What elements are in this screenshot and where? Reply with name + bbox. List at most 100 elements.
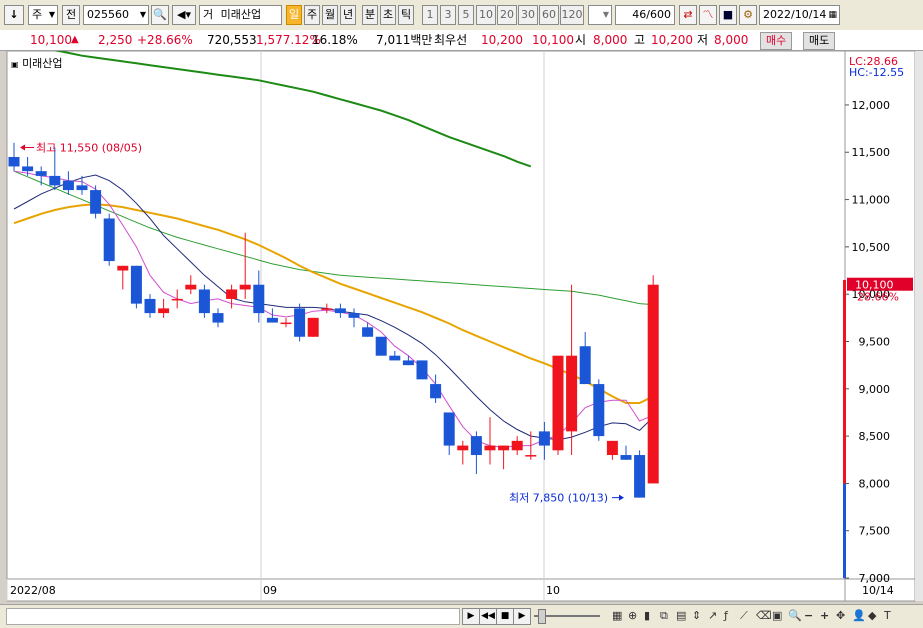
tool-scale-icon[interactable]: ⇕ — [692, 609, 701, 622]
high-annotation: 최고 11,550 (08/05) — [36, 142, 142, 155]
tool-diagonal-icon[interactable]: ⟋ — [740, 609, 748, 623]
date-field[interactable]: 2022/10/14 ▦ — [759, 5, 840, 25]
stock-name-field[interactable]: 거 미래산업 — [199, 5, 282, 25]
market-select[interactable]: 주 ▼ — [28, 5, 58, 25]
candle-body — [22, 166, 34, 172]
rewind-button[interactable]: ◀◀ — [479, 608, 497, 625]
candle-body — [647, 284, 659, 484]
candle-body — [334, 308, 346, 314]
tool-candle-icon[interactable]: ▮ — [644, 609, 650, 622]
chart-title: ▣ 미래산업 — [9, 55, 65, 71]
tool-crosshair-icon[interactable]: ⊕ — [628, 609, 637, 622]
candle-body — [348, 313, 360, 318]
candle-body — [239, 284, 251, 290]
zoom-in-icon[interactable]: + — [820, 609, 829, 622]
tool-image-icon[interactable]: ▣ — [772, 609, 782, 622]
search-icon[interactable]: 🔍 — [151, 5, 169, 25]
zoom-slider-thumb[interactable] — [538, 609, 546, 624]
candle-body — [253, 284, 265, 314]
interval-5[interactable]: 5 — [458, 5, 474, 25]
candle-body — [566, 355, 578, 432]
sell-button[interactable]: 매도 — [803, 32, 836, 50]
period-year-tab[interactable]: 년 — [340, 5, 356, 25]
price-chart[interactable]: 7,0007,5008,0008,5009,0009,50010,00010,5… — [0, 51, 923, 604]
candle-body — [321, 308, 333, 310]
chevron-down-icon: ▼ — [602, 10, 609, 19]
y-tick-label: 8,000 — [859, 477, 891, 490]
interval-30[interactable]: 30 — [518, 5, 538, 25]
candle-body — [593, 384, 605, 437]
candle-body — [130, 265, 142, 304]
chevron-down-icon: ▼ — [139, 10, 146, 19]
open-label: 시 — [575, 33, 587, 47]
horizontal-scrollbar[interactable] — [6, 608, 460, 625]
interval-select[interactable]: ▼ — [588, 5, 612, 25]
gear-icon[interactable]: ⚙ — [739, 5, 757, 25]
x-label-oct: 10 — [546, 584, 560, 597]
interval-20[interactable]: 20 — [497, 5, 517, 25]
quote-bar: 10,100 ▲ 2,250 +28.66% 720,553 1,577.12%… — [0, 30, 923, 51]
market-type-label[interactable]: 전 — [62, 5, 80, 25]
date-value: 2022/10/14 — [763, 8, 827, 21]
low-annotation: 최저 7,850 (10/13) — [509, 492, 608, 505]
color-icon[interactable]: ◆ — [868, 609, 876, 622]
candle-body — [457, 445, 469, 451]
chart-line-icon[interactable]: 〽 — [699, 5, 717, 25]
text-tool-icon[interactable]: T — [884, 609, 891, 622]
tool-arrow-icon[interactable]: ↗ — [708, 609, 717, 622]
x-label-sep: 09 — [263, 584, 277, 597]
tool-eraser-icon[interactable]: ⌫ — [756, 609, 772, 622]
stock-code-input[interactable]: 025560 ▼ — [83, 5, 149, 25]
person-icon[interactable]: 👤 — [852, 609, 866, 622]
candle-body — [552, 355, 564, 451]
move-icon[interactable]: ✥ — [836, 609, 845, 622]
candle-body — [307, 317, 319, 337]
interval-1[interactable]: 1 — [422, 5, 438, 25]
save-icon[interactable]: ■ — [719, 5, 737, 25]
pct-tag-text: 28.66% — [857, 291, 899, 304]
period-tick-tab[interactable]: 틱 — [398, 5, 414, 25]
scroll-right-button[interactable]: ▶ — [462, 608, 480, 625]
zoom-out-icon[interactable]: − — [804, 609, 813, 622]
candle-body — [375, 336, 387, 356]
interval-120[interactable]: 120 — [560, 5, 584, 25]
buy-button[interactable]: 매수 — [760, 32, 793, 50]
candle-body — [538, 431, 550, 446]
tool-fx-icon[interactable]: ƒ — [724, 609, 728, 622]
y-tick-label: 11,500 — [852, 146, 891, 159]
high-price: 10,200 — [651, 33, 693, 47]
play-button[interactable]: ▶ — [513, 608, 531, 625]
interval-60[interactable]: 60 — [539, 5, 559, 25]
tool-table-icon[interactable]: ▦ — [612, 609, 622, 622]
period-month-tab[interactable]: 월 — [322, 5, 338, 25]
period-minute-tab[interactable]: 분 — [362, 5, 378, 25]
chart-type-icon[interactable]: ↓ — [4, 5, 24, 25]
zoom-icon[interactable]: 🔍 — [788, 609, 802, 622]
interval-10[interactable]: 10 — [476, 5, 496, 25]
candle-body — [49, 175, 61, 186]
period-second-tab[interactable]: 초 — [380, 5, 396, 25]
bottom-bar: ▶ ◀◀ ■ ▶ ▦ ⊕ ▮ ⧉ ▤ ⇕ ↗ ƒ ⟋ ⌫ ▣ 🔍 − + ✥ 👤… — [0, 604, 923, 628]
x-label-last-date: 10/14 — [862, 584, 894, 597]
swap-icon[interactable]: ⇄ — [679, 5, 697, 25]
x-label-aug: 2022/08 — [10, 584, 56, 597]
period-week-tab[interactable]: 주 — [304, 5, 320, 25]
period-day-tab[interactable]: 일 — [286, 5, 302, 25]
turnover-pct: 16.18% — [312, 33, 358, 47]
count-value: 46 — [632, 8, 647, 21]
y-tick-label: 10,500 — [852, 241, 891, 254]
tool-grid-icon[interactable]: ▤ — [676, 609, 686, 622]
candle-body — [634, 455, 646, 498]
pref-ask: 10,200 — [481, 33, 523, 47]
speaker-icon[interactable]: ◀▾ — [172, 5, 196, 25]
candle-body — [402, 360, 414, 366]
y-tick-label: 12,000 — [852, 99, 891, 112]
toolbar: ↓ 주 ▼ 전 025560 ▼ 🔍 ◀▾ 거 미래산업 일 주 월 년 분 초… — [0, 0, 923, 31]
candle-body — [185, 284, 197, 290]
tool-copy-icon[interactable]: ⧉ — [660, 609, 668, 623]
stop-button[interactable]: ■ — [496, 608, 514, 625]
interval-3[interactable]: 3 — [440, 5, 456, 25]
candle-body — [226, 289, 238, 299]
candle-body — [90, 190, 102, 214]
count-input[interactable]: 46/600 — [615, 5, 675, 25]
